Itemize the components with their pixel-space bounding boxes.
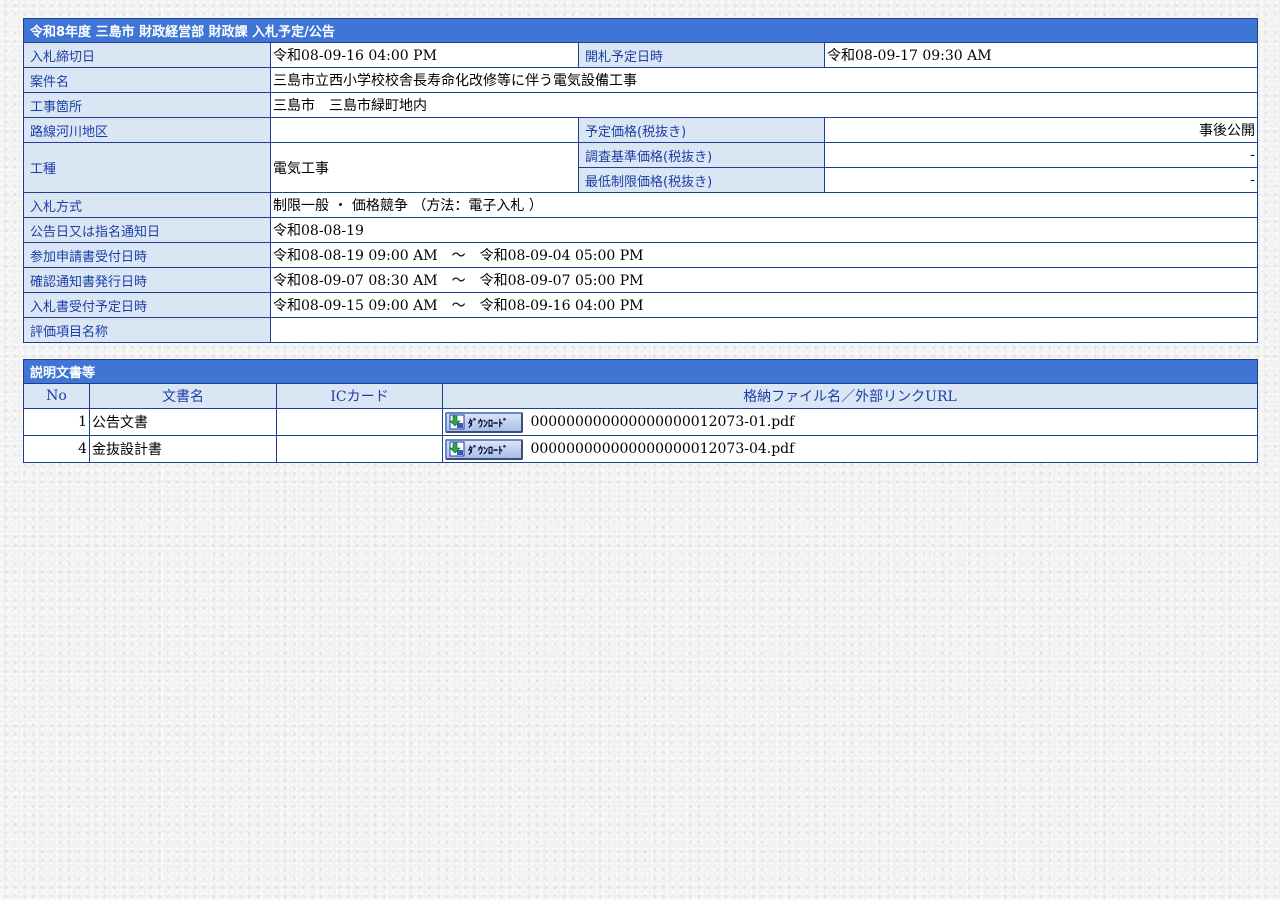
evaluation-value: [269, 317, 1259, 343]
file-name: 000000000000000000012073-01.pdf: [530, 414, 795, 430]
row-file: ﾀﾞｳﾝﾛｰﾄﾞ 000000000000000000012073-04.pdf: [441, 435, 1259, 463]
row-file: ﾀﾞｳﾝﾛｰﾄﾞ 000000000000000000012073-01.pdf: [441, 408, 1259, 436]
case-label: 案件名: [23, 67, 271, 93]
opening-value: 令和08-09-17 09:30 AM: [823, 42, 1259, 68]
download-label: ﾀﾞｳﾝﾛｰﾄﾞ: [468, 418, 508, 430]
row-ic-card: [276, 435, 443, 463]
apply-period-label: 参加申請書受付日時: [23, 242, 271, 268]
download-icon: [449, 441, 465, 457]
work-type-label: 工種: [23, 142, 271, 193]
deadline-value: 令和08-09-16 04:00 PM: [270, 42, 579, 68]
download-icon: [449, 414, 465, 430]
download-label: ﾀﾞｳﾝﾛｰﾄﾞ: [468, 445, 508, 457]
page-content: 令和8年度 三島市 財政経営部 財政課 入札予定/公告 入札締切日 令和08-0…: [22, 18, 1259, 463]
opening-label: 開札予定日時: [578, 42, 825, 68]
apply-period-value: 令和08-08-19 09:00 AM ～ 令和08-09-04 05:00 P…: [269, 242, 1259, 268]
evaluation-label: 評価項目名称: [23, 317, 271, 343]
route-label: 路線河川地区: [23, 117, 271, 143]
planned-price-value: 事後公開: [823, 117, 1259, 143]
row-ic-card: [276, 408, 443, 436]
method-value: 制限一般 ・ 価格競争 （方法：電子入札 ）: [269, 192, 1259, 218]
documents-title: 説明文書等: [22, 359, 1259, 384]
planned-price-label: 予定価格(税抜き): [578, 117, 825, 143]
work-type-value: 電気工事: [270, 142, 579, 193]
confirm-period-value: 令和08-09-07 08:30 AM ～ 令和08-09-07 05:00 P…: [269, 267, 1259, 293]
bid-receipt-value: 令和08-09-15 09:00 AM ～ 令和08-09-16 04:00 P…: [269, 292, 1259, 318]
column-header-ic: ICカード: [276, 383, 443, 409]
deadline-label: 入札締切日: [23, 42, 271, 68]
bid-receipt-label: 入札書受付予定日時: [23, 292, 271, 318]
survey-price-value: -: [823, 142, 1259, 168]
min-price-value: -: [823, 167, 1259, 193]
download-button[interactable]: ﾀﾞｳﾝﾛｰﾄﾞ: [445, 411, 523, 433]
survey-price-label: 調査基準価格(税抜き): [578, 142, 825, 168]
route-value: [270, 117, 579, 143]
file-name: 000000000000000000012073-04.pdf: [530, 441, 795, 457]
documents-table: 説明文書等 No 文書名 ICカード 格納ファイル名／外部リンクURL 1 公告…: [22, 359, 1259, 463]
row-no: 1: [23, 408, 90, 436]
page-title: 令和8年度 三島市 財政経営部 財政課 入札予定/公告: [22, 18, 1259, 43]
table-row: 4 金抜設計書 ﾀﾞｳﾝﾛｰﾄﾞ 00000000000000000001207…: [23, 435, 1259, 463]
row-document-name: 金抜設計書: [89, 435, 277, 463]
column-header-file: 格納ファイル名／外部リンクURL: [441, 383, 1259, 409]
download-button[interactable]: ﾀﾞｳﾝﾛｰﾄﾞ: [445, 438, 523, 460]
confirm-period-label: 確認通知書発行日時: [23, 267, 271, 293]
notice-date-value: 令和08-08-19: [269, 217, 1259, 243]
row-document-name: 公告文書: [89, 408, 277, 436]
bid-info-table: 令和8年度 三島市 財政経営部 財政課 入札予定/公告 入札締切日 令和08-0…: [22, 18, 1259, 343]
case-value: 三島市立西小学校校舎長寿命化改修等に伴う電気設備工事: [269, 67, 1259, 93]
site-label: 工事箇所: [23, 92, 271, 118]
min-price-label: 最低制限価格(税抜き): [578, 167, 825, 193]
site-value: 三島市 三島市緑町地内: [269, 92, 1259, 118]
row-no: 4: [23, 435, 90, 463]
column-header-name: 文書名: [89, 383, 277, 409]
column-header-no: No: [23, 383, 90, 409]
table-row: 1 公告文書 ﾀﾞｳﾝﾛｰﾄﾞ 000000000000000000012073…: [23, 408, 1259, 436]
method-label: 入札方式: [23, 192, 271, 218]
notice-date-label: 公告日又は指名通知日: [23, 217, 271, 243]
